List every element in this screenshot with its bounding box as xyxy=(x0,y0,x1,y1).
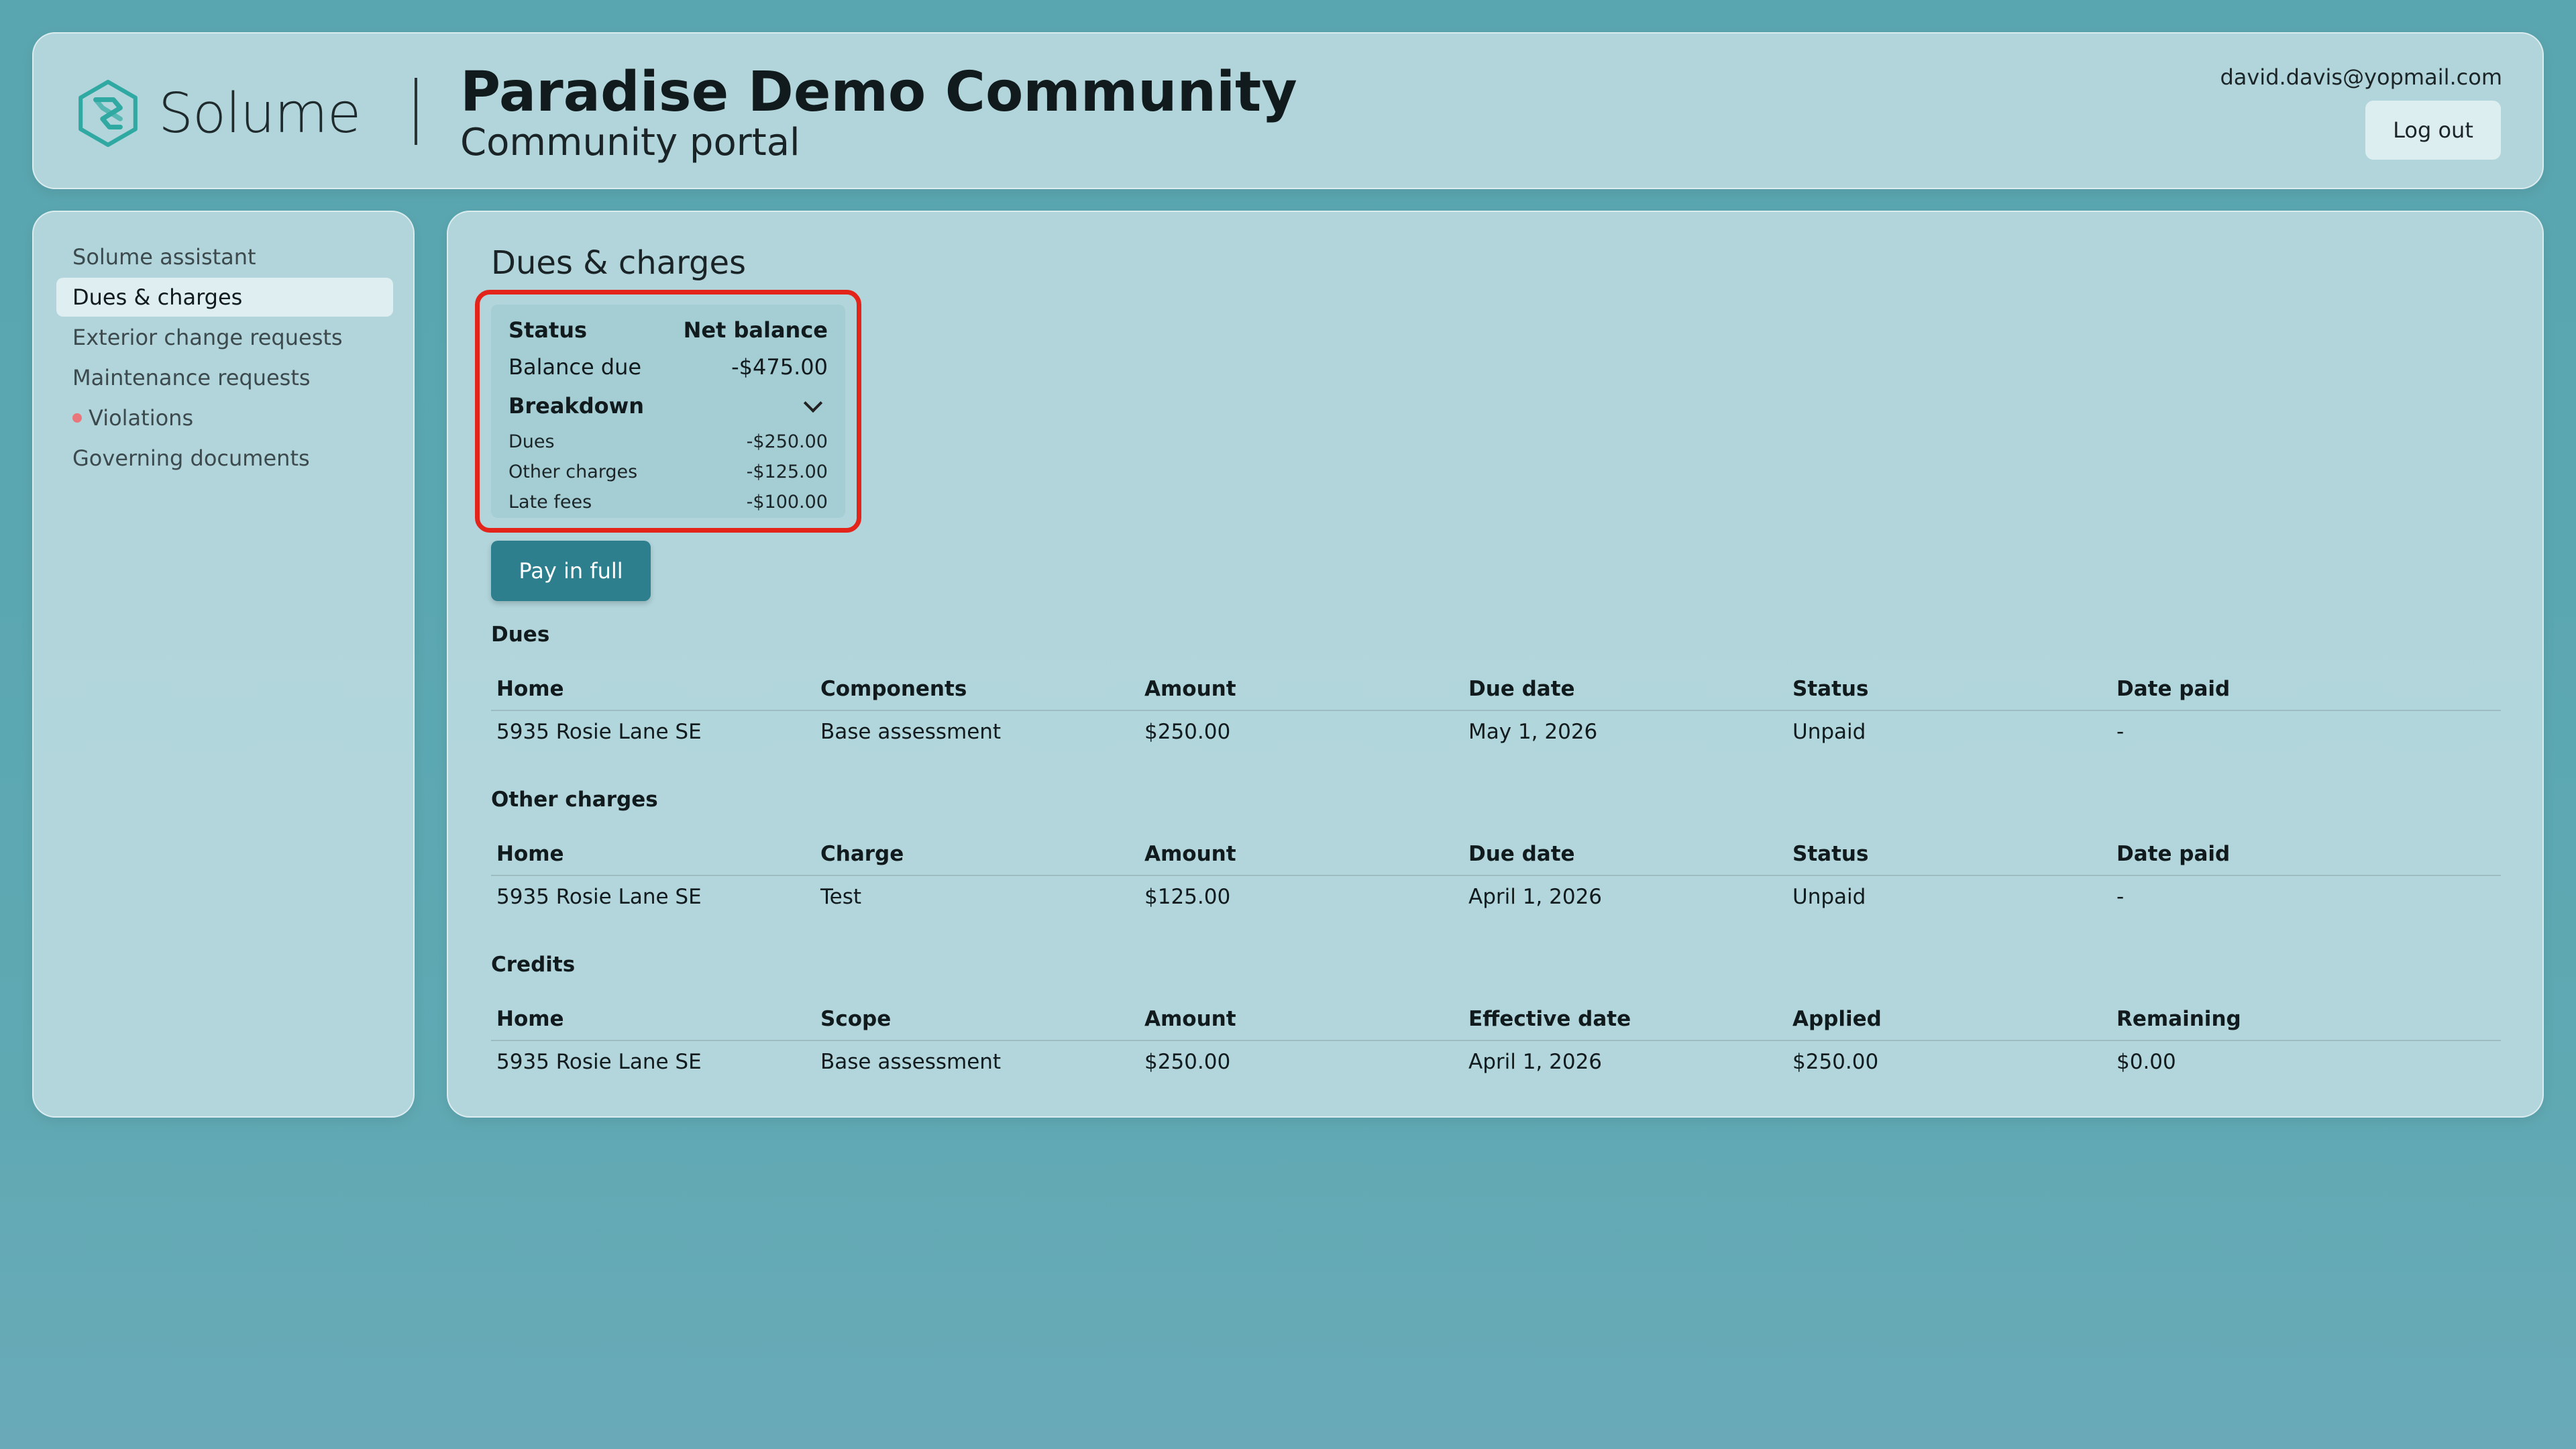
main-content: Dues & charges Status Net balance Balanc… xyxy=(447,211,2544,1118)
column-header: Components xyxy=(820,677,967,701)
sidebar-item-label: Maintenance requests xyxy=(72,365,311,390)
dues-table: Home Components Amount Due date Status D… xyxy=(491,668,2501,753)
column-header: Home xyxy=(496,842,564,866)
column-header: Amount xyxy=(1144,677,1236,701)
table-cell: April 1, 2026 xyxy=(1468,1050,1603,1074)
portal-subtitle: Community portal xyxy=(460,121,800,164)
table-cell: 5935 Rosie Lane SE xyxy=(496,885,702,909)
brand-logo[interactable]: Solume xyxy=(74,76,361,150)
sidebar-item-governing-documents[interactable]: Governing documents xyxy=(56,439,393,478)
column-header: Due date xyxy=(1468,842,1575,866)
column-header: Date paid xyxy=(2116,842,2231,866)
sidebar-item-label: Exterior change requests xyxy=(72,325,343,350)
column-header: Home xyxy=(496,677,564,701)
table-cell: $250.00 xyxy=(1792,1050,1879,1074)
table-row: 5935 Rosie Lane SE Base assessment $250.… xyxy=(491,711,2501,753)
dues-section-title: Dues xyxy=(491,623,550,647)
column-header: Charge xyxy=(820,842,904,866)
column-header: Home xyxy=(496,1007,564,1031)
community-title: Paradise Demo Community xyxy=(460,60,1297,124)
credits-table: Home Scope Amount Effective date Applied… xyxy=(491,998,2501,1083)
table-cell: Base assessment xyxy=(820,1050,1002,1074)
header-bar: Solume Paradise Demo Community Community… xyxy=(32,32,2544,189)
table-header-row: Home Charge Amount Due date Status Date … xyxy=(491,833,2501,876)
table-cell: Base assessment xyxy=(820,720,1002,744)
sidebar-nav: Solume assistant Dues & charges Exterior… xyxy=(56,237,393,479)
sidebar-item-label: Solume assistant xyxy=(72,244,256,270)
sidebar-item-label: Governing documents xyxy=(72,445,310,471)
table-cell: $125.00 xyxy=(1144,885,1231,909)
column-header: Effective date xyxy=(1468,1007,1631,1031)
sidebar-item-label: Dues & charges xyxy=(72,284,243,310)
pay-in-full-button[interactable]: Pay in full xyxy=(491,541,651,601)
table-cell: 5935 Rosie Lane SE xyxy=(496,1050,702,1074)
sidebar: Solume assistant Dues & charges Exterior… xyxy=(32,211,415,1118)
column-header: Due date xyxy=(1468,677,1575,701)
table-cell: $250.00 xyxy=(1144,1050,1231,1074)
brand-name: Solume xyxy=(158,81,361,146)
table-cell: Unpaid xyxy=(1792,885,1866,909)
table-header-row: Home Components Amount Due date Status D… xyxy=(491,668,2501,711)
user-email: david.davis@yopmail.com xyxy=(2220,64,2502,90)
page-title: Dues & charges xyxy=(491,244,746,282)
logout-button[interactable]: Log out xyxy=(2365,101,2501,160)
alert-dot-icon xyxy=(72,413,82,423)
sidebar-item-solume-assistant[interactable]: Solume assistant xyxy=(56,237,393,276)
column-header: Scope xyxy=(820,1007,892,1031)
credits-section-title: Credits xyxy=(491,953,576,977)
table-cell: April 1, 2026 xyxy=(1468,885,1603,909)
column-header: Date paid xyxy=(2116,677,2231,701)
highlight-outline xyxy=(475,290,861,533)
table-cell: Unpaid xyxy=(1792,720,1866,744)
table-cell: $250.00 xyxy=(1144,720,1231,744)
table-row: 5935 Rosie Lane SE Base assessment $250.… xyxy=(491,1041,2501,1083)
other-charges-section-title: Other charges xyxy=(491,788,658,812)
column-header: Status xyxy=(1792,842,1869,866)
table-cell: Test xyxy=(820,885,862,909)
column-header: Status xyxy=(1792,677,1869,701)
sidebar-item-dues-charges[interactable]: Dues & charges xyxy=(56,278,393,317)
column-header: Amount xyxy=(1144,842,1236,866)
header-divider xyxy=(415,78,417,145)
solume-logo-icon xyxy=(78,80,138,147)
table-header-row: Home Scope Amount Effective date Applied… xyxy=(491,998,2501,1041)
table-row: 5935 Rosie Lane SE Test $125.00 April 1,… xyxy=(491,876,2501,918)
sidebar-item-label: Violations xyxy=(89,405,194,431)
sidebar-item-violations[interactable]: Violations xyxy=(56,398,393,437)
sidebar-item-exterior-change-requests[interactable]: Exterior change requests xyxy=(56,318,393,357)
column-header: Amount xyxy=(1144,1007,1236,1031)
table-cell: - xyxy=(2116,720,2125,744)
table-cell: $0.00 xyxy=(2116,1050,2176,1074)
sidebar-item-maintenance-requests[interactable]: Maintenance requests xyxy=(56,358,393,397)
column-header: Applied xyxy=(1792,1007,1882,1031)
other-charges-table: Home Charge Amount Due date Status Date … xyxy=(491,833,2501,918)
table-cell: 5935 Rosie Lane SE xyxy=(496,720,702,744)
column-header: Remaining xyxy=(2116,1007,2241,1031)
table-cell: - xyxy=(2116,885,2125,909)
table-cell: May 1, 2026 xyxy=(1468,720,1598,744)
